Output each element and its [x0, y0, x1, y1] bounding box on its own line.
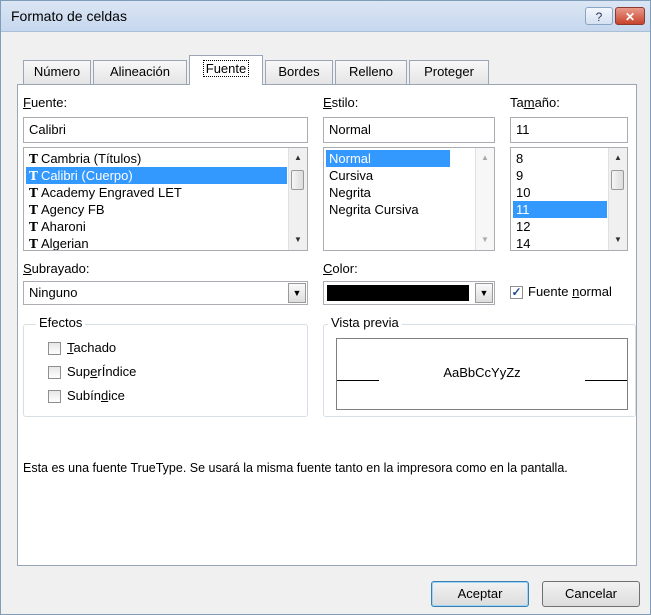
- size-list-scrollbar[interactable]: ▲ ▼: [608, 148, 627, 250]
- subscript-label[interactable]: Subíndice: [67, 388, 125, 403]
- chevron-down-icon[interactable]: ▼: [288, 283, 306, 303]
- scroll-down-icon[interactable]: ▼: [289, 232, 307, 248]
- preview-title: Vista previa: [328, 315, 402, 330]
- tab-label: Alineación: [110, 64, 170, 79]
- scroll-down-icon[interactable]: ▼: [476, 232, 494, 248]
- close-button[interactable]: ✕: [615, 7, 645, 25]
- font-list[interactable]: T Cambria (Títulos) T Calibri (Cuerpo) T Ac…: [23, 147, 308, 251]
- help-icon: ?: [595, 10, 603, 24]
- scroll-up-icon[interactable]: ▲: [476, 150, 494, 166]
- list-item[interactable]: 14: [513, 235, 607, 250]
- scroll-up-icon[interactable]: ▲: [609, 150, 627, 166]
- color-swatch: [327, 285, 469, 301]
- list-item[interactable]: 9: [513, 167, 607, 184]
- list-item[interactable]: T Agency FB: [26, 201, 287, 218]
- effects-title: Efectos: [36, 315, 86, 330]
- scroll-up-icon[interactable]: ▲: [289, 150, 307, 166]
- preview-baseline-left: [337, 380, 379, 381]
- help-button[interactable]: ?: [585, 7, 613, 25]
- checkmark-icon: ✓: [511, 285, 522, 299]
- list-item[interactable]: Negrita: [326, 184, 474, 201]
- truetype-icon: T: [29, 152, 38, 166]
- style-label: Estilo:: [323, 95, 359, 110]
- cancel-button[interactable]: Cancelar: [542, 581, 640, 607]
- dialog-title: Formato de celdas: [11, 8, 127, 24]
- font-list-scrollbar[interactable]: ▲ ▼: [288, 148, 307, 250]
- list-item[interactable]: T Academy Engraved LET: [26, 184, 287, 201]
- list-item[interactable]: 8: [513, 150, 607, 167]
- list-item[interactable]: 11: [513, 201, 607, 218]
- strikethrough-checkbox[interactable]: [48, 342, 61, 355]
- style-input[interactable]: Normal: [323, 117, 495, 143]
- list-item[interactable]: T Calibri (Cuerpo): [26, 167, 287, 184]
- title-bar[interactable]: Formato de celdas ? ✕: [1, 1, 650, 32]
- strikethrough-label[interactable]: Tachado: [67, 340, 116, 355]
- chevron-down-icon[interactable]: ▼: [475, 283, 493, 303]
- superscript-checkbox[interactable]: [48, 366, 61, 379]
- tab-label: Bordes: [278, 64, 320, 79]
- color-label: Color:: [323, 261, 358, 276]
- tab-relleno[interactable]: Relleno: [335, 60, 407, 84]
- tab-label: Fuente: [202, 60, 250, 77]
- tab-label: Proteger: [424, 64, 474, 79]
- tab-alineacion[interactable]: Alineación: [93, 60, 187, 84]
- font-info-text: Esta es una fuente TrueType. Se usará la…: [23, 461, 568, 475]
- tab-proteger[interactable]: Proteger: [409, 60, 489, 84]
- list-item[interactable]: Normal: [326, 150, 450, 167]
- truetype-icon: T: [29, 220, 38, 234]
- style-list-scrollbar[interactable]: ▲ ▼: [475, 148, 494, 250]
- font-tab-panel: Fuente: Calibri T Cambria (Títulos) T Cali…: [17, 84, 637, 566]
- list-item[interactable]: T Algerian: [26, 235, 287, 251]
- underline-select[interactable]: Ninguno ▼: [23, 281, 308, 305]
- truetype-icon: T: [29, 186, 38, 200]
- scroll-thumb[interactable]: [611, 170, 624, 190]
- truetype-icon: T: [29, 203, 38, 217]
- preview-box: AaBbCcYyZz: [336, 338, 628, 410]
- tab-bordes[interactable]: Bordes: [265, 60, 333, 84]
- truetype-icon: T: [29, 169, 38, 183]
- list-item[interactable]: 10: [513, 184, 607, 201]
- scroll-thumb[interactable]: [291, 170, 304, 190]
- format-cells-dialog: Formato de celdas ? ✕ Número Alineación …: [0, 0, 651, 615]
- underline-value: Ninguno: [29, 285, 78, 300]
- list-item[interactable]: Cursiva: [326, 167, 474, 184]
- list-item[interactable]: Negrita Cursiva: [326, 201, 474, 218]
- tab-label: Número: [33, 64, 81, 79]
- scroll-down-icon[interactable]: ▼: [609, 232, 627, 248]
- size-label: Tamaño:: [510, 95, 560, 110]
- effects-group: [23, 324, 308, 417]
- list-item[interactable]: 12: [513, 218, 607, 235]
- superscript-label[interactable]: SuperÍndice: [67, 364, 136, 379]
- normal-font-label[interactable]: Fuente normal: [528, 284, 612, 299]
- close-icon: ✕: [624, 10, 636, 24]
- preview-baseline-right: [585, 380, 627, 381]
- list-item[interactable]: T Cambria (Títulos): [26, 150, 287, 167]
- tab-fuente[interactable]: Fuente: [189, 55, 263, 85]
- preview-sample-text: AaBbCcYyZz: [443, 365, 521, 380]
- tab-label: Relleno: [348, 64, 394, 79]
- normal-font-checkbox[interactable]: ✓: [510, 286, 523, 299]
- tab-numero[interactable]: Número: [23, 60, 91, 84]
- truetype-icon: T: [29, 237, 38, 251]
- style-list[interactable]: Normal Cursiva Negrita Negrita Cursiva ▲…: [323, 147, 495, 251]
- ok-button[interactable]: Aceptar: [431, 581, 529, 607]
- list-item[interactable]: T Aharoni: [26, 218, 287, 235]
- subscript-checkbox[interactable]: [48, 390, 61, 403]
- font-label: Fuente:: [23, 95, 68, 110]
- color-select[interactable]: ▼: [323, 281, 495, 305]
- size-input[interactable]: 11: [510, 117, 628, 143]
- size-list[interactable]: 8 9 10 11 12 14 ▲ ▼: [510, 147, 628, 251]
- underline-label: Subrayado:: [23, 261, 90, 276]
- font-name-input[interactable]: Calibri: [23, 117, 308, 143]
